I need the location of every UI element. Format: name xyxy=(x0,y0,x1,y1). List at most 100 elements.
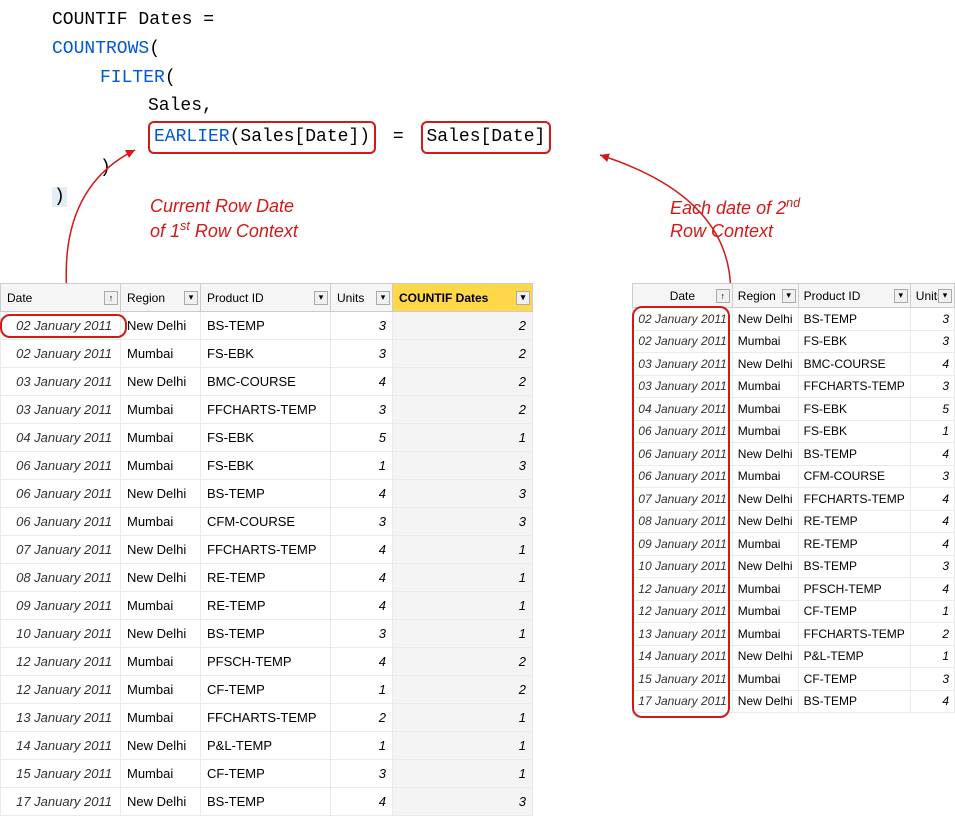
table-row[interactable]: 12 January 2011MumbaiPFSCH-TEMP4 xyxy=(633,578,955,601)
col-date[interactable]: Date↑ xyxy=(633,284,733,308)
cell-date: 02 January 2011 xyxy=(1,340,121,368)
col-region[interactable]: Region▾ xyxy=(121,284,201,312)
cell-countif: 2 xyxy=(393,648,533,676)
table-row[interactable]: 06 January 2011MumbaiFS-EBK1 xyxy=(633,420,955,443)
cell-countif: 2 xyxy=(393,312,533,340)
table-row[interactable]: 07 January 2011New DelhiFFCHARTS-TEMP41 xyxy=(1,536,533,564)
table-row[interactable]: 02 January 2011MumbaiFS-EBK32 xyxy=(1,340,533,368)
table-row[interactable]: 13 January 2011MumbaiFFCHARTS-TEMP2 xyxy=(633,623,955,646)
cell-countif: 2 xyxy=(393,340,533,368)
table-row[interactable]: 14 January 2011New DelhiP&L-TEMP1 xyxy=(633,645,955,668)
table-row[interactable]: 15 January 2011MumbaiCF-TEMP3 xyxy=(633,668,955,691)
cell-productid: BS-TEMP xyxy=(798,555,910,578)
cell-productid: FS-EBK xyxy=(798,330,910,353)
table-row[interactable]: 03 January 2011MumbaiFFCHARTS-TEMP32 xyxy=(1,396,533,424)
chevron-down-icon[interactable]: ▾ xyxy=(184,291,198,305)
cell-units: 5 xyxy=(331,424,393,452)
table-row[interactable]: 06 January 2011New DelhiBS-TEMP43 xyxy=(1,480,533,508)
cell-region: Mumbai xyxy=(732,420,798,443)
cell-region: Mumbai xyxy=(732,398,798,421)
table-row[interactable]: 03 January 2011MumbaiFFCHARTS-TEMP3 xyxy=(633,375,955,398)
formula-measure-name: COUNTIF Dates = xyxy=(52,10,214,30)
cell-countif: 1 xyxy=(393,592,533,620)
table-row[interactable]: 17 January 2011New DelhiBS-TEMP43 xyxy=(1,788,533,816)
table-row[interactable]: 04 January 2011MumbaiFS-EBK51 xyxy=(1,424,533,452)
chevron-down-icon[interactable]: ▾ xyxy=(376,291,390,305)
table-row[interactable]: 02 January 2011New DelhiBS-TEMP32 xyxy=(1,312,533,340)
table-row[interactable]: 08 January 2011New DelhiRE-TEMP4 xyxy=(633,510,955,533)
sales-table-right: Date↑ Region▾ Product ID▾ Units▾ 02 Janu… xyxy=(632,283,955,713)
cell-date: 04 January 2011 xyxy=(633,398,733,421)
cell-region: Mumbai xyxy=(121,340,201,368)
sort-asc-icon[interactable]: ↑ xyxy=(104,291,118,305)
table-row[interactable]: 10 January 2011New DelhiBS-TEMP31 xyxy=(1,620,533,648)
cell-units: 1 xyxy=(910,420,954,443)
table-row[interactable]: 12 January 2011MumbaiCF-TEMP1 xyxy=(633,600,955,623)
table-row[interactable]: 07 January 2011New DelhiFFCHARTS-TEMP4 xyxy=(633,488,955,511)
chevron-down-icon[interactable]: ▾ xyxy=(938,289,952,303)
cell-date: 02 January 2011 xyxy=(633,308,733,331)
chevron-down-icon[interactable]: ▾ xyxy=(782,289,796,303)
table-row[interactable]: 03 January 2011New DelhiBMC-COURSE42 xyxy=(1,368,533,396)
cell-region: Mumbai xyxy=(732,465,798,488)
table-row[interactable]: 03 January 2011New DelhiBMC-COURSE4 xyxy=(633,353,955,376)
cell-productid: FS-EBK xyxy=(201,340,331,368)
cell-region: Mumbai xyxy=(732,668,798,691)
col-units[interactable]: Units▾ xyxy=(910,284,954,308)
table-row[interactable]: 12 January 2011MumbaiPFSCH-TEMP42 xyxy=(1,648,533,676)
cell-units: 4 xyxy=(910,488,954,511)
table-row[interactable]: 17 January 2011New DelhiBS-TEMP4 xyxy=(633,690,955,713)
cell-date: 07 January 2011 xyxy=(1,536,121,564)
table-row[interactable]: 13 January 2011MumbaiFFCHARTS-TEMP21 xyxy=(1,704,533,732)
table-row[interactable]: 04 January 2011MumbaiFS-EBK5 xyxy=(633,398,955,421)
formula-paren-close: ) xyxy=(52,187,67,207)
cell-units: 3 xyxy=(331,312,393,340)
cell-units: 1 xyxy=(910,600,954,623)
col-region[interactable]: Region▾ xyxy=(732,284,798,308)
cell-units: 4 xyxy=(910,510,954,533)
table-row[interactable]: 09 January 2011MumbaiRE-TEMP41 xyxy=(1,592,533,620)
cell-region: Mumbai xyxy=(121,592,201,620)
table-row[interactable]: 08 January 2011New DelhiRE-TEMP41 xyxy=(1,564,533,592)
cell-units: 3 xyxy=(331,620,393,648)
table-row[interactable]: 06 January 2011MumbaiFS-EBK13 xyxy=(1,452,533,480)
cell-date: 02 January 2011 xyxy=(633,330,733,353)
col-productid[interactable]: Product ID▾ xyxy=(798,284,910,308)
cell-region: New Delhi xyxy=(732,510,798,533)
table-row[interactable]: 02 January 2011New DelhiBS-TEMP3 xyxy=(633,308,955,331)
table-row[interactable]: 09 January 2011MumbaiRE-TEMP4 xyxy=(633,533,955,556)
cell-date: 13 January 2011 xyxy=(633,623,733,646)
cell-units: 2 xyxy=(910,623,954,646)
chevron-down-icon[interactable]: ▾ xyxy=(516,291,530,305)
cell-productid: FFCHARTS-TEMP xyxy=(798,623,910,646)
cell-productid: BS-TEMP xyxy=(798,308,910,331)
chevron-down-icon[interactable]: ▾ xyxy=(894,289,908,303)
cell-region: Mumbai xyxy=(732,375,798,398)
sort-asc-icon[interactable]: ↑ xyxy=(716,289,730,303)
table-row[interactable]: 10 January 2011New DelhiBS-TEMP3 xyxy=(633,555,955,578)
table-row[interactable]: 06 January 2011MumbaiCFM-COURSE3 xyxy=(633,465,955,488)
col-units[interactable]: Units▾ xyxy=(331,284,393,312)
col-date[interactable]: Date↑ xyxy=(1,284,121,312)
table-row[interactable]: 14 January 2011New DelhiP&L-TEMP11 xyxy=(1,732,533,760)
table-header-row: Date↑ Region▾ Product ID▾ Units▾ xyxy=(633,284,955,308)
cell-productid: P&L-TEMP xyxy=(798,645,910,668)
cell-date: 10 January 2011 xyxy=(633,555,733,578)
cell-productid: BS-TEMP xyxy=(201,788,331,816)
table-row[interactable]: 15 January 2011MumbaiCF-TEMP31 xyxy=(1,760,533,788)
cell-countif: 1 xyxy=(393,620,533,648)
table-row[interactable]: 12 January 2011MumbaiCF-TEMP12 xyxy=(1,676,533,704)
col-productid[interactable]: Product ID▾ xyxy=(201,284,331,312)
cell-units: 4 xyxy=(331,648,393,676)
table-row[interactable]: 06 January 2011New DelhiBS-TEMP4 xyxy=(633,443,955,466)
cell-productid: RE-TEMP xyxy=(798,510,910,533)
cell-date: 06 January 2011 xyxy=(1,452,121,480)
table-row[interactable]: 02 January 2011MumbaiFS-EBK3 xyxy=(633,330,955,353)
formula-tablename: Sales, xyxy=(148,96,213,116)
cell-units: 4 xyxy=(910,690,954,713)
cell-date: 12 January 2011 xyxy=(1,648,121,676)
table-row[interactable]: 06 January 2011MumbaiCFM-COURSE33 xyxy=(1,508,533,536)
cell-region: Mumbai xyxy=(121,760,201,788)
chevron-down-icon[interactable]: ▾ xyxy=(314,291,328,305)
col-countif[interactable]: COUNTIF Dates▾ xyxy=(393,284,533,312)
